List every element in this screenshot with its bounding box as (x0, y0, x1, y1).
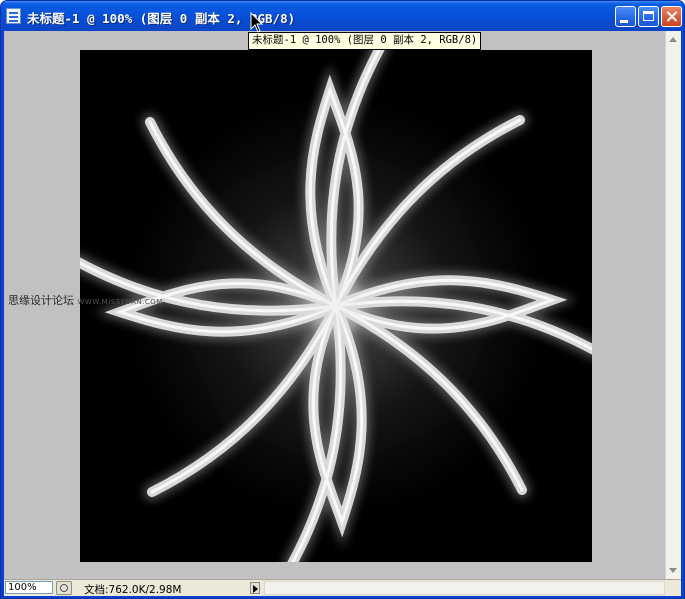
arrow-cursor-icon (250, 12, 264, 33)
resize-corner[interactable] (665, 580, 681, 596)
status-options-icon[interactable] (56, 581, 72, 595)
watermark-url: WWW.MISSYUAN.COM (77, 298, 163, 306)
horizontal-scrollbar[interactable] (264, 581, 665, 595)
watermark-text: 思缘设计论坛 (8, 294, 74, 307)
document-icon[interactable] (6, 8, 21, 24)
scroll-up-icon[interactable] (669, 37, 677, 42)
status-bar: 100% 文档:762.0K/2.98M (4, 579, 681, 596)
minimize-button[interactable] (615, 6, 636, 27)
maximize-button[interactable] (638, 6, 659, 27)
title-tooltip: 未标题-1 @ 100% (图层 0 副本 2, RGB/8) (248, 32, 482, 50)
status-menu-arrow-icon[interactable] (250, 582, 260, 594)
zoom-field[interactable]: 100% (5, 581, 53, 594)
watermark: 思缘设计论坛 WWW.MISSYUAN.COM (8, 292, 163, 308)
document-area: 100% 文档:762.0K/2.98M (4, 31, 681, 596)
vertical-scrollbar[interactable] (665, 31, 681, 579)
close-button[interactable] (661, 6, 682, 27)
scroll-down-icon[interactable] (669, 568, 677, 573)
document-size-info: 文档:762.0K/2.98M (84, 584, 182, 596)
title-bar[interactable]: 未标题-1 @ 100% (图层 0 副本 2, RGB/8) (1, 1, 684, 31)
